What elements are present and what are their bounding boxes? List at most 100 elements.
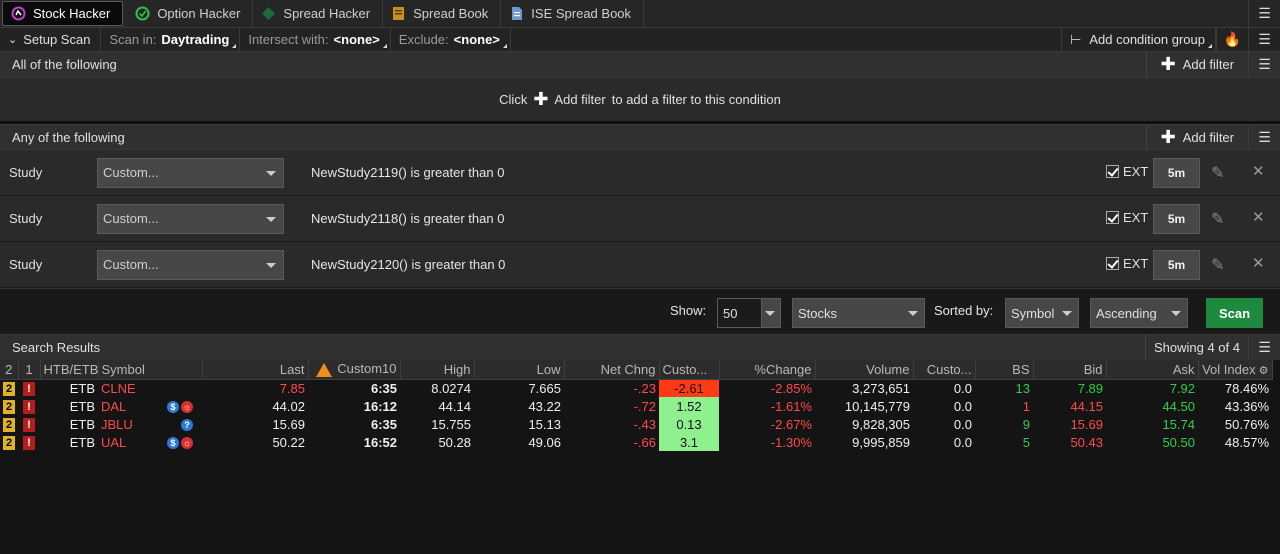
setup-scan-button[interactable]: ⌄ Setup Scan	[0, 28, 102, 51]
column-header[interactable]: 1	[18, 360, 41, 380]
column-header[interactable]: HTB/ETB	[40, 360, 99, 380]
info-badge-icon[interactable]: ?	[181, 419, 193, 432]
add-filter-button[interactable]: ✚ Add filter	[1145, 52, 1248, 77]
close-icon[interactable]: ✕	[1252, 208, 1265, 226]
ext-checkbox[interactable]: EXT	[1106, 164, 1148, 179]
badge-2: 2	[3, 418, 15, 432]
reward-badge-icon[interactable]: ☼	[181, 401, 193, 414]
show-label: Show:	[670, 303, 707, 318]
scan-button[interactable]: Scan	[1206, 298, 1263, 328]
ext-checkbox[interactable]: EXT	[1106, 256, 1148, 271]
tab-ise-spread-book[interactable]: ISE Spread Book	[501, 0, 645, 27]
add-filter-button[interactable]: ✚ Add filter	[1145, 125, 1248, 149]
close-icon[interactable]: ✕	[1252, 162, 1265, 180]
custom-cell: 3.1	[659, 433, 719, 451]
plus-icon: ✚	[1160, 126, 1176, 147]
column-header[interactable]: 2	[0, 360, 19, 380]
results-menu-icon[interactable]: ☰	[1248, 335, 1280, 360]
table-row[interactable]: 2 ! ETB DAL $ ☼ 44.02 16:12 44.14 43.22 -.…	[0, 397, 1272, 415]
column-header[interactable]: Low	[474, 360, 565, 380]
net-change-cell: -.72	[633, 398, 656, 414]
column-header[interactable]: High	[400, 360, 475, 380]
aggregation-button[interactable]: 5m	[1153, 158, 1200, 188]
symbol-cell[interactable]: JBLU	[101, 417, 133, 432]
plus-icon: ✚	[533, 89, 549, 109]
tab-spread-hacker[interactable]: Spread Hacker	[253, 0, 384, 27]
column-header[interactable]: Symbol	[98, 360, 203, 380]
section-menu-icon[interactable]: ☰	[1248, 52, 1280, 77]
checkbox-checked-icon[interactable]	[1106, 211, 1119, 224]
symbol-cell[interactable]: DAL	[101, 399, 126, 414]
pct-change-cell: -2.67%	[770, 416, 812, 432]
column-header[interactable]: Volume	[815, 360, 914, 380]
edit-pencil-icon[interactable]: ✎	[1211, 255, 1224, 275]
tab-option-hacker[interactable]: Option Hacker	[127, 0, 254, 27]
study-label: Study	[9, 257, 43, 272]
flame-icon[interactable]: 🔥	[1216, 28, 1248, 51]
column-header[interactable]: Last	[202, 360, 309, 380]
aggregation-button[interactable]: 5m	[1153, 250, 1200, 280]
add-condition-group-button[interactable]: ⊢ Add condition group	[1061, 28, 1216, 51]
badge-2: 2	[3, 400, 15, 414]
table-row[interactable]: 2 ! ETB JBLU? 15.69 6:35 15.755 15.13 -.…	[0, 415, 1272, 433]
pct-change-cell: -1.30%	[770, 434, 812, 450]
aggregation-button[interactable]: 5m	[1153, 204, 1200, 234]
intersect-dropdown[interactable]: Intersect with: <none>	[240, 28, 391, 51]
high-cell: 50.28	[438, 434, 471, 450]
edit-pencil-icon[interactable]: ✎	[1211, 163, 1224, 183]
show-count-select[interactable]: 50	[717, 298, 781, 328]
tabs-menu-icon[interactable]: ☰	[1248, 0, 1280, 27]
vol-index-cell: 43.36%	[1224, 398, 1269, 414]
type-select[interactable]: Stocks	[792, 298, 925, 328]
column-header[interactable]: Ask	[1106, 360, 1199, 380]
column-header[interactable]: Net Chng	[564, 360, 660, 380]
chevron-down-icon	[765, 311, 775, 316]
last-cell: 50.22	[272, 434, 305, 450]
chevron-down-icon	[266, 262, 276, 268]
table-row[interactable]: 2 ! ETB UAL $ ☼ 50.22 16:52 50.28 49.06 -.…	[0, 433, 1272, 451]
column-header[interactable]: Custo...	[659, 360, 720, 380]
sort-field-select[interactable]: Symbol	[1005, 298, 1079, 328]
htb-etb-cell: ETB	[69, 398, 95, 414]
column-header[interactable]: Vol Index ⚙	[1198, 360, 1273, 380]
gear-icon[interactable]: ⚙	[1256, 365, 1269, 377]
high-cell: 8.0274	[431, 380, 471, 396]
study-select[interactable]: Custom...	[97, 249, 284, 280]
vol-index-cell: 78.46%	[1224, 380, 1269, 396]
column-header[interactable]: Custom10	[308, 360, 401, 380]
checkbox-checked-icon[interactable]	[1106, 165, 1119, 178]
high-cell: 44.14	[438, 398, 471, 414]
study-select[interactable]: Custom...	[97, 203, 284, 234]
low-cell: 7.665	[528, 380, 561, 396]
checkbox-checked-icon[interactable]	[1106, 257, 1119, 270]
column-header[interactable]: %Change	[719, 360, 816, 380]
tab-spread-book[interactable]: Spread Book	[383, 0, 502, 27]
section-menu-icon[interactable]: ☰	[1248, 125, 1280, 149]
custom2-cell: 0.0	[953, 434, 972, 450]
tab-stock-hacker[interactable]: Stock Hacker	[2, 1, 124, 26]
close-icon[interactable]: ✕	[1252, 254, 1265, 272]
custom-cell: 1.52	[659, 397, 719, 415]
exclude-dropdown[interactable]: Exclude: <none>	[391, 28, 511, 51]
symbol-cell[interactable]: UAL	[101, 435, 126, 450]
edit-pencil-icon[interactable]: ✎	[1211, 209, 1224, 229]
add-filter-link[interactable]: Add filter	[554, 92, 605, 107]
column-header[interactable]: Custo...	[913, 360, 976, 380]
table-row[interactable]: 2 ! ETB CLNE 7.85 6:35 8.0274 7.665 -.23…	[0, 379, 1272, 397]
chevron-down-icon	[1171, 311, 1181, 316]
bs-cell: 13	[1015, 380, 1030, 396]
sort-order-select[interactable]: Ascending	[1090, 298, 1188, 328]
column-header[interactable]: BS	[975, 360, 1034, 380]
ask-cell: 44.50	[1162, 398, 1195, 414]
scan-in-dropdown[interactable]: Scan in: Daytrading	[101, 28, 241, 51]
setup-menu-icon[interactable]: ☰	[1248, 28, 1280, 51]
study-select[interactable]: Custom...	[97, 157, 284, 188]
column-header[interactable]: Bid	[1033, 360, 1107, 380]
empty-condition: Click ✚ Add filter to add a filter to th…	[0, 78, 1280, 124]
reward-badge-icon[interactable]: ☼	[181, 437, 193, 450]
bonus-badge-icon[interactable]: $	[167, 401, 179, 414]
symbol-cell[interactable]: CLNE	[101, 381, 136, 396]
ext-checkbox[interactable]: EXT	[1106, 210, 1148, 225]
ask-cell: 7.92	[1169, 380, 1195, 396]
bonus-badge-icon[interactable]: $	[167, 437, 179, 450]
